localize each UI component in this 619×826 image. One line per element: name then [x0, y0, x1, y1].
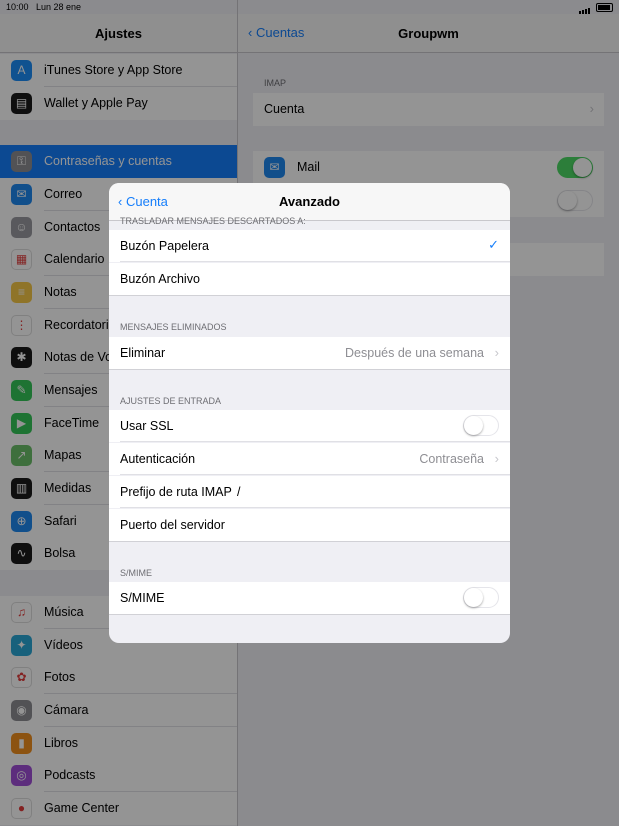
prefijo-input[interactable]: / — [237, 485, 240, 499]
eliminar-label: Eliminar — [120, 346, 166, 360]
status-time: 10:00 — [6, 2, 29, 12]
usar-ssl-row: Usar SSL — [109, 410, 510, 442]
battery-icon — [596, 3, 613, 12]
eliminar-value: Después de una semana — [345, 346, 484, 360]
entrada-section-header: AJUSTES DE ENTRADA — [120, 396, 222, 406]
puerto-label: Puerto del servidor — [120, 518, 225, 532]
status-date: Lun 28 ene — [36, 2, 82, 12]
checkmark-icon: ✓ — [488, 237, 499, 252]
chevron-right-icon: › — [494, 345, 499, 360]
signal-icon — [579, 4, 591, 14]
smime-row: S/MIME — [109, 582, 510, 614]
autenticacion-row[interactable]: Autenticación Contraseña › — [109, 443, 510, 475]
autenticacion-label: Autenticación — [120, 452, 196, 466]
smime-section-header: S/MIME — [120, 568, 153, 578]
prefijo-label: Prefijo de ruta IMAP — [120, 485, 232, 499]
eliminar-row[interactable]: Eliminar Después de una semana › — [109, 337, 510, 369]
advanced-settings-modal: ‹ Cuenta Avanzado TRASLADAR MENSAJES DES… — [109, 183, 510, 643]
buzon-archivo-row[interactable]: Buzón Archivo — [109, 263, 510, 295]
status-bar: 10:00 Lun 28 ene — [0, 0, 619, 14]
buzon-papelera-row[interactable]: Buzón Papelera ✓ — [109, 230, 510, 262]
smime-toggle[interactable] — [463, 587, 499, 608]
usar-ssl-toggle[interactable] — [463, 415, 499, 436]
trasladar-section-header: TRASLADAR MENSAJES DESCARTADOS A: — [120, 216, 306, 225]
puerto-row[interactable]: Puerto del servidor — [109, 509, 510, 541]
chevron-right-icon: › — [494, 451, 499, 466]
eliminados-section-header: MENSAJES ELIMINADOS — [120, 322, 227, 332]
prefijo-row[interactable]: Prefijo de ruta IMAP / — [109, 476, 510, 508]
buzon-papelera-label: Buzón Papelera — [120, 239, 209, 253]
usar-ssl-label: Usar SSL — [120, 419, 174, 433]
smime-label: S/MIME — [120, 591, 165, 605]
buzon-archivo-label: Buzón Archivo — [120, 272, 200, 286]
modal-title: Avanzado — [279, 194, 340, 209]
autenticacion-value: Contraseña — [419, 452, 484, 466]
